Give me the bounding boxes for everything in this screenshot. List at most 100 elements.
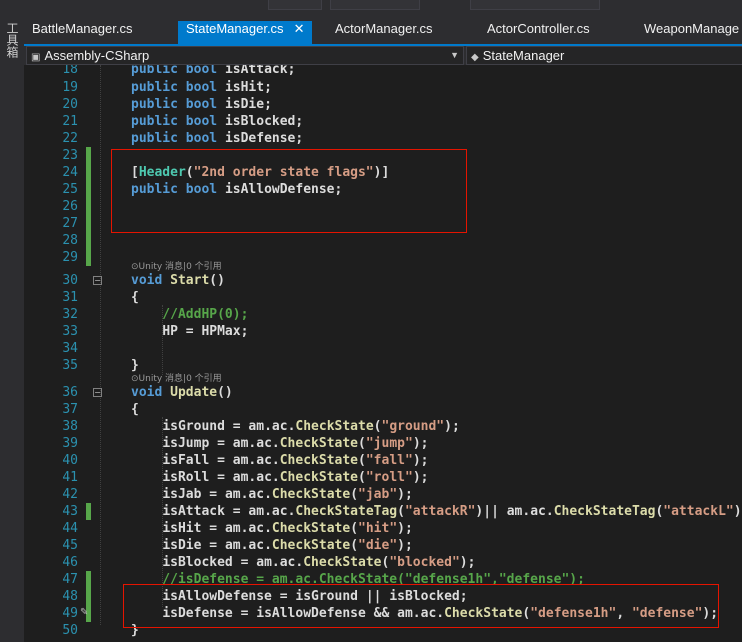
line-number: 34 (62, 341, 78, 356)
line-number: 18 (62, 65, 78, 77)
code-line[interactable]: 33 HP = HPMax; (24, 323, 742, 340)
code-line[interactable]: 35} (24, 357, 742, 374)
line-number: 43 (62, 504, 78, 519)
line-number: 29 (62, 250, 78, 265)
tab-label: WeaponManage (644, 21, 740, 36)
line-number: 31 (62, 290, 78, 305)
line-number: 39 (62, 436, 78, 451)
line-number: 30 (62, 273, 78, 288)
code-text[interactable]: public bool isDefense; (131, 130, 303, 147)
code-text[interactable]: isJump = am.ac.CheckState("jump"); (131, 435, 428, 452)
code-line[interactable]: 39 isJump = am.ac.CheckState("jump"); (24, 435, 742, 452)
line-number: 45 (62, 538, 78, 553)
code-line[interactable]: 22 public bool isDefense; (24, 130, 742, 147)
toolbar-dropdown[interactable] (470, 0, 600, 10)
codelens-start[interactable]: ⊙Unity 消息|0 个引用 (131, 261, 222, 274)
line-number: 23 (62, 148, 78, 163)
code-text[interactable]: isAttack = am.ac.CheckStateTag("attackR"… (131, 503, 742, 520)
tab-statemanager[interactable]: StateManager.cs ✕ (178, 21, 313, 44)
change-marker (86, 181, 91, 198)
line-number: 44 (62, 521, 78, 536)
code-text[interactable]: void Update() (131, 384, 233, 401)
code-text[interactable]: isGround = am.ac.CheckState("ground"); (131, 418, 459, 435)
project-dropdown[interactable]: ▣ Assembly-CSharp ▼ (26, 46, 464, 65)
change-marker (86, 164, 91, 181)
code-text[interactable]: isBlocked = am.ac.CheckState("blocked"); (131, 554, 475, 571)
code-line[interactable]: 44 isHit = am.ac.CheckState("hit"); (24, 520, 742, 537)
line-number: 20 (62, 97, 78, 112)
line-number: 40 (62, 453, 78, 468)
line-number: 46 (62, 555, 78, 570)
line-number: 47 (62, 572, 78, 587)
tab-battlemanager[interactable]: BattleManager.cs (24, 21, 140, 44)
code-text[interactable]: HP = HPMax; (131, 323, 248, 340)
change-marker (86, 249, 91, 266)
code-line[interactable]: 37 { (24, 401, 742, 418)
project-name: Assembly-CSharp (44, 48, 150, 63)
line-number: 49 (62, 606, 78, 621)
line-number: 41 (62, 470, 78, 485)
code-text[interactable]: public bool isHit; (131, 79, 272, 96)
code-line[interactable]: 28 (24, 232, 742, 249)
change-marker (86, 588, 91, 605)
line-number: 27 (62, 216, 78, 231)
code-line[interactable]: 18 public bool isAttack; (24, 65, 742, 78)
line-number: 26 (62, 199, 78, 214)
code-line[interactable]: 21 public bool isBlocked; (24, 113, 742, 130)
change-marker (86, 503, 91, 520)
code-text[interactable]: public bool isDie; (131, 96, 272, 113)
code-editor[interactable]: 18 public bool isAttack; 19 public bool isH… (24, 65, 742, 642)
tab-weaponmanager[interactable]: WeaponManage (636, 21, 742, 44)
code-line[interactable]: 45 isDie = am.ac.CheckState("die"); (24, 537, 742, 554)
code-text[interactable]: isFall = am.ac.CheckState("fall"); (131, 452, 428, 469)
code-text[interactable]: void Start() (131, 272, 225, 289)
close-icon[interactable]: ✕ (294, 21, 305, 36)
code-line[interactable]: 30 − void Start() (24, 272, 742, 289)
tab-actorcontroller[interactable]: ActorController.cs (479, 21, 598, 44)
collapse-icon[interactable]: − (93, 276, 102, 285)
code-line[interactable]: 32 //AddHP(0); (24, 306, 742, 323)
toolbar-dropdown[interactable] (330, 0, 420, 10)
document-tabs: BattleManager.cs StateManager.cs ✕ ActorM… (24, 18, 742, 44)
tab-label: StateManager.cs (186, 21, 284, 36)
highlight-box-fields (111, 149, 467, 233)
code-line[interactable]: 38 isGround = am.ac.CheckState("ground")… (24, 418, 742, 435)
tab-actormanager[interactable]: ActorManager.cs (327, 21, 441, 44)
code-text[interactable]: isRoll = am.ac.CheckState("roll"); (131, 469, 428, 486)
code-text[interactable]: isJab = am.ac.CheckState("jab"); (131, 486, 413, 503)
collapse-icon[interactable]: − (93, 388, 102, 397)
line-number: 42 (62, 487, 78, 502)
code-line[interactable]: 19 public bool isHit; (24, 79, 742, 96)
code-line[interactable]: 42 isJab = am.ac.CheckState("jab"); (24, 486, 742, 503)
change-marker (86, 571, 91, 588)
code-line[interactable]: 31 { (24, 289, 742, 306)
toolbar-dropdown[interactable] (268, 0, 322, 10)
toolbox-label[interactable]: 工具箱 (4, 22, 21, 58)
code-text[interactable]: public bool isBlocked; (131, 113, 303, 130)
code-text[interactable]: public bool isAttack; (131, 65, 295, 78)
codelens-update[interactable]: ⊙Unity 消息|0 个引用 (131, 373, 222, 386)
change-marker (86, 198, 91, 215)
change-marker (86, 232, 91, 249)
toolbox-side-panel[interactable]: 工具箱 (0, 18, 25, 642)
code-text[interactable]: //AddHP(0); (131, 306, 248, 323)
change-marker (86, 215, 91, 232)
code-text[interactable]: isDie = am.ac.CheckState("die"); (131, 537, 413, 554)
code-text[interactable]: isHit = am.ac.CheckState("hit"); (131, 520, 413, 537)
line-number: 37 (62, 402, 78, 417)
code-line[interactable]: 40 isFall = am.ac.CheckState("fall"); (24, 452, 742, 469)
code-text[interactable]: { (131, 401, 139, 418)
navigation-bar: ▣ Assembly-CSharp ▼ ◆ StateManager (24, 46, 742, 65)
code-text[interactable]: { (131, 289, 139, 306)
code-line[interactable]: 46 isBlocked = am.ac.CheckState("blocked… (24, 554, 742, 571)
class-name: StateManager (482, 48, 565, 63)
code-line[interactable]: 36 − void Update() (24, 384, 742, 401)
code-text[interactable]: } (131, 357, 139, 374)
csharp-project-icon: ▣ (31, 52, 41, 63)
code-line[interactable]: 43 isAttack = am.ac.CheckStateTag("attac… (24, 503, 742, 520)
code-line[interactable]: 41 isRoll = am.ac.CheckState("roll"); (24, 469, 742, 486)
code-line[interactable]: 20 public bool isDie; (24, 96, 742, 113)
class-dropdown[interactable]: ◆ StateManager (466, 46, 742, 65)
line-number: 28 (62, 233, 78, 248)
code-line[interactable]: 34 (24, 340, 742, 357)
